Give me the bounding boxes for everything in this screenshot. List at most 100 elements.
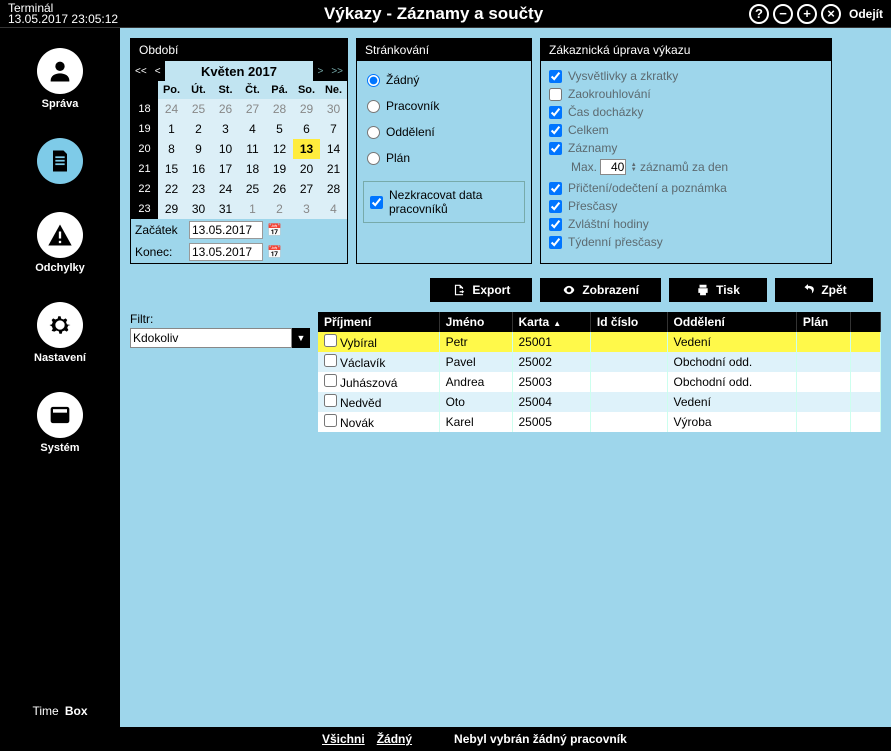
row-checkbox[interactable]: [324, 374, 337, 387]
cal-day[interactable]: 25: [185, 99, 212, 119]
zpet-button[interactable]: Zpět: [775, 278, 873, 302]
cal-day[interactable]: 3: [212, 119, 239, 139]
cal-day[interactable]: 26: [266, 179, 293, 199]
col-id[interactable]: Id číslo: [590, 312, 667, 332]
cal-day[interactable]: 19: [266, 159, 293, 179]
nav-odchylky[interactable]: Odchylky: [35, 212, 85, 274]
table-row[interactable]: JuhászováAndrea25003Obchodní odd.: [318, 372, 881, 392]
filter-input[interactable]: [130, 328, 292, 348]
row-checkbox[interactable]: [324, 394, 337, 407]
col-oddeleni[interactable]: Oddělení: [667, 312, 796, 332]
cal-day[interactable]: 29: [158, 199, 185, 219]
table-row[interactable]: VáclavíkPavel25002Obchodní odd.: [318, 352, 881, 372]
cal-day[interactable]: 4: [239, 119, 266, 139]
cal-day[interactable]: 20: [293, 159, 320, 179]
chk-cas[interactable]: Čas docházky: [547, 103, 825, 121]
cal-day[interactable]: 31: [212, 199, 239, 219]
cal-day[interactable]: 16: [185, 159, 212, 179]
cal-day[interactable]: 22: [158, 179, 185, 199]
cal-day[interactable]: 3: [293, 199, 320, 219]
status-zadny[interactable]: Žádný: [377, 732, 412, 746]
cal-day[interactable]: 27: [293, 179, 320, 199]
cal-day[interactable]: 1: [239, 199, 266, 219]
end-date-input[interactable]: [189, 243, 263, 261]
export-button[interactable]: Export: [430, 278, 532, 302]
start-date-input[interactable]: [189, 221, 263, 239]
cal-day[interactable]: 17: [212, 159, 239, 179]
table-row[interactable]: NedvědOto25004Vedení: [318, 392, 881, 412]
radio-plan[interactable]: Plán: [363, 145, 525, 171]
chk-pricteni[interactable]: Přičtení/odečtení a poznámka: [547, 179, 825, 197]
cal-day[interactable]: 27: [239, 99, 266, 119]
cal-day[interactable]: 25: [239, 179, 266, 199]
row-checkbox[interactable]: [324, 354, 337, 367]
chk-zaokrouhlovani[interactable]: Zaokrouhlování: [547, 85, 825, 103]
radio-pracovnik[interactable]: Pracovník: [363, 93, 525, 119]
cal-day[interactable]: 21: [320, 159, 347, 179]
cal-first-button[interactable]: <<: [131, 61, 151, 81]
cal-day[interactable]: 13: [293, 139, 320, 159]
filter-dropdown-button[interactable]: ▼: [292, 328, 310, 348]
cal-day[interactable]: 6: [293, 119, 320, 139]
cal-day[interactable]: 14: [320, 139, 347, 159]
cal-day[interactable]: 8: [158, 139, 185, 159]
cal-day[interactable]: 7: [320, 119, 347, 139]
cal-day[interactable]: 2: [185, 119, 212, 139]
col-jmeno[interactable]: Jméno: [439, 312, 512, 332]
radio-zadny[interactable]: Žádný: [363, 67, 525, 93]
help-button[interactable]: ?: [749, 4, 769, 24]
cal-prev-button[interactable]: <: [151, 61, 165, 81]
cal-day[interactable]: 2: [266, 199, 293, 219]
cal-day[interactable]: 12: [266, 139, 293, 159]
radio-oddeleni[interactable]: Oddělení: [363, 119, 525, 145]
chk-nezkracovat[interactable]: [370, 196, 383, 209]
chk-prescasy[interactable]: Přesčasy: [547, 197, 825, 215]
max-input[interactable]: [600, 159, 626, 175]
cal-day[interactable]: 29: [293, 99, 320, 119]
calendar-icon[interactable]: 📅: [267, 223, 282, 237]
cal-day[interactable]: 5: [266, 119, 293, 139]
table-row[interactable]: VybíralPetr25001Vedení: [318, 332, 881, 352]
cal-day[interactable]: 11: [239, 139, 266, 159]
exit-label[interactable]: Odejít: [849, 7, 883, 21]
cal-last-button[interactable]: >>: [327, 61, 347, 81]
plus-button[interactable]: +: [797, 4, 817, 24]
nav-system[interactable]: Systém: [37, 392, 83, 454]
col-prijmeni[interactable]: Příjmení: [318, 312, 439, 332]
cal-day[interactable]: 15: [158, 159, 185, 179]
cal-day[interactable]: 28: [266, 99, 293, 119]
col-plan[interactable]: Plán: [796, 312, 850, 332]
close-button[interactable]: ×: [821, 4, 841, 24]
chk-celkem[interactable]: Celkem: [547, 121, 825, 139]
chk-zaznamy[interactable]: Záznamy: [547, 139, 825, 157]
col-karta[interactable]: Karta▲: [512, 312, 590, 332]
chk-tydenni[interactable]: Týdenní přesčasy: [547, 233, 825, 251]
cal-day[interactable]: 18: [239, 159, 266, 179]
cal-day[interactable]: 30: [320, 99, 347, 119]
chk-vysvetlivky[interactable]: Vysvětlivky a zkratky: [547, 67, 825, 85]
spinner-down-icon[interactable]: ▼: [631, 168, 637, 173]
status-vsichni[interactable]: Všichni: [322, 732, 365, 746]
cal-day[interactable]: 10: [212, 139, 239, 159]
nav-nastaveni[interactable]: Nastavení: [34, 302, 86, 364]
cal-day[interactable]: 26: [212, 99, 239, 119]
cal-day[interactable]: 30: [185, 199, 212, 219]
calendar-grid[interactable]: Po.Út.St.Čt.Pá.So.Ne. 182425262728293019…: [131, 81, 347, 219]
cal-day[interactable]: 1: [158, 119, 185, 139]
row-checkbox[interactable]: [324, 414, 337, 427]
chk-zvlastni[interactable]: Zvláštní hodiny: [547, 215, 825, 233]
row-checkbox[interactable]: [324, 334, 337, 347]
calendar-icon[interactable]: 📅: [267, 245, 282, 259]
nav-sprava[interactable]: Správa: [37, 48, 83, 110]
nav-reports[interactable]: [37, 138, 83, 184]
cal-next-button[interactable]: >: [313, 61, 327, 81]
cal-day[interactable]: 4: [320, 199, 347, 219]
cal-day[interactable]: 9: [185, 139, 212, 159]
zobrazeni-button[interactable]: Zobrazení: [540, 278, 661, 302]
tisk-button[interactable]: Tisk: [669, 278, 767, 302]
minus-button[interactable]: −: [773, 4, 793, 24]
cal-day[interactable]: 28: [320, 179, 347, 199]
table-row[interactable]: NovákKarel25005Výroba: [318, 412, 881, 432]
cal-day[interactable]: 24: [212, 179, 239, 199]
cal-day[interactable]: 24: [158, 99, 185, 119]
